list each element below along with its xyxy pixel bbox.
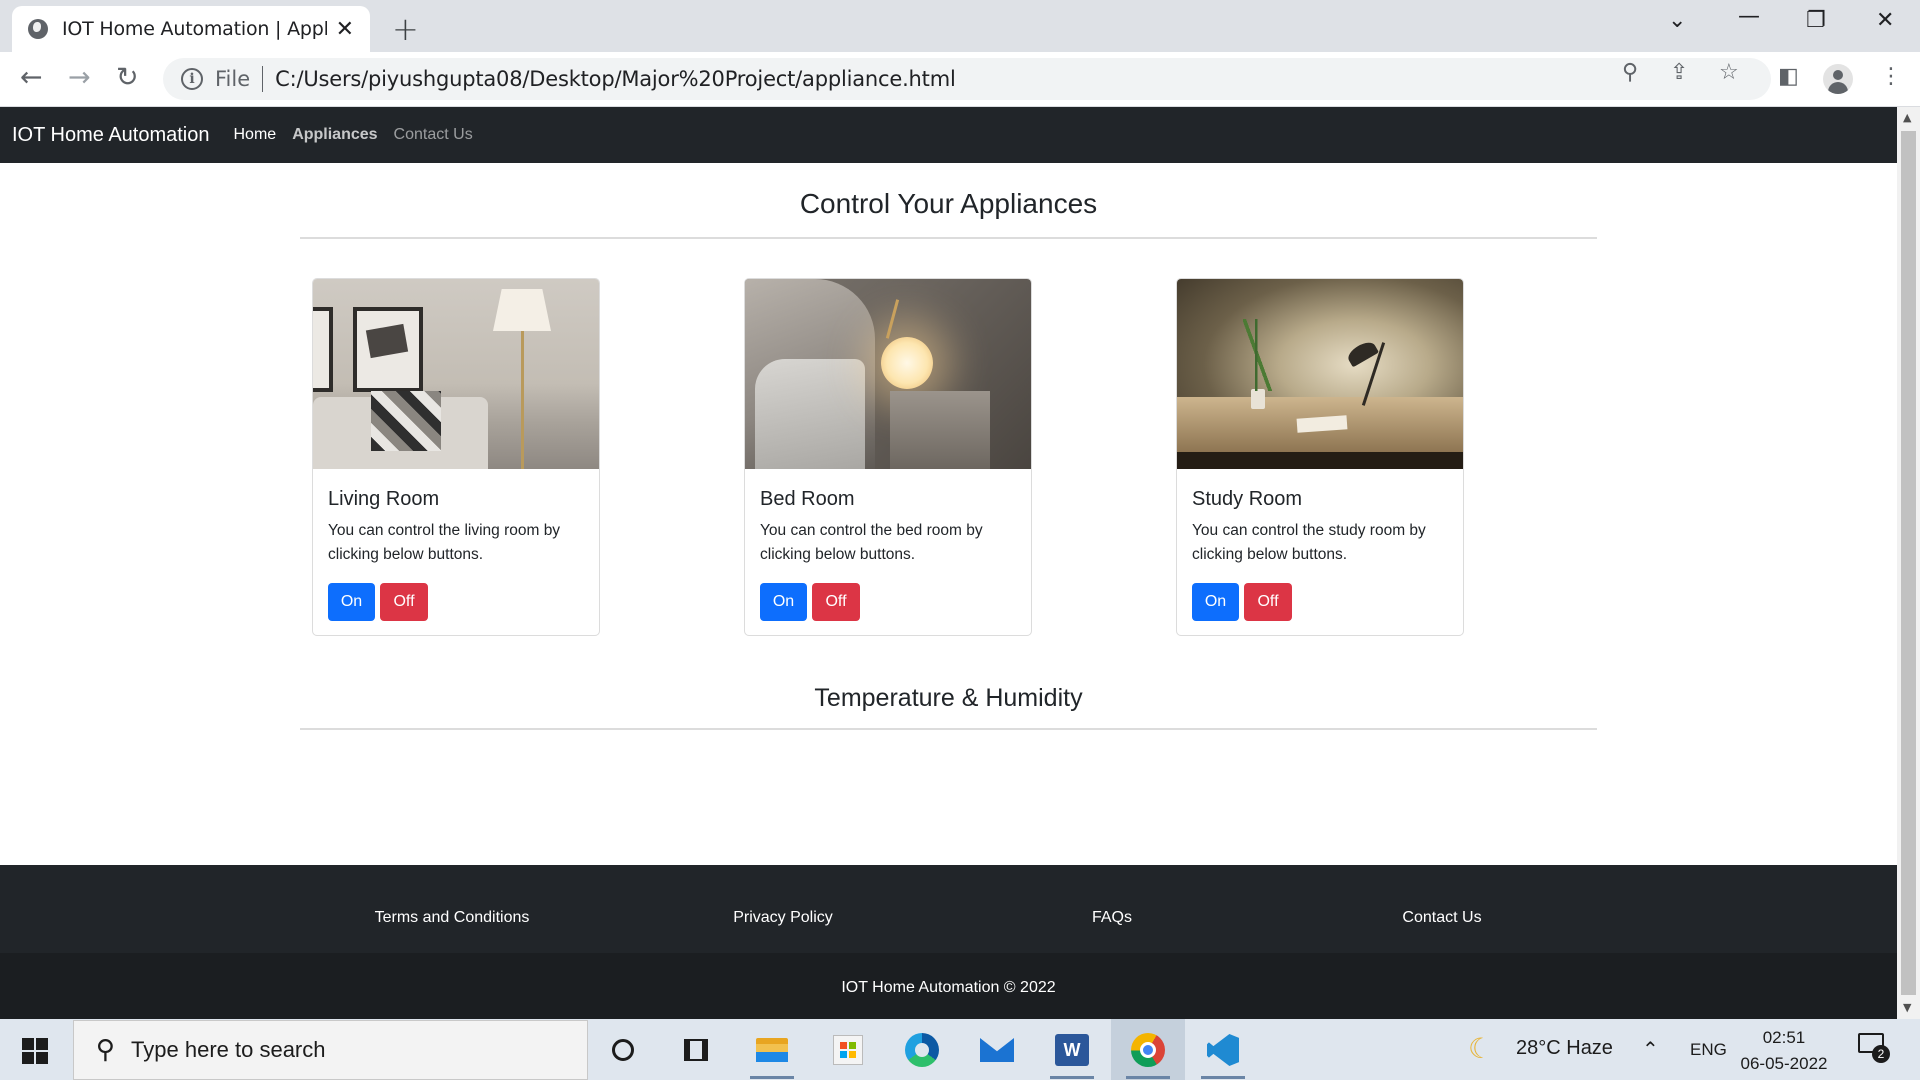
browser-toolbar: ← → ↻ i File C:/Users/piyushgupta08/Desk… — [0, 52, 1920, 107]
bed-room-text: You can control the bed room by clicking… — [760, 522, 983, 563]
bed-room-title: Bed Room — [760, 488, 855, 510]
footer-faqs-link[interactable]: FAQs — [1092, 909, 1132, 927]
taskbar-clock[interactable]: 02:51 06-05-2022 — [1736, 1025, 1832, 1077]
tab-title: IOT Home Automation | Applianc — [62, 18, 327, 40]
bed-room-on-button[interactable]: On — [760, 583, 807, 621]
new-tab-button[interactable]: + — [392, 10, 419, 48]
back-icon[interactable]: ← — [20, 62, 43, 93]
zoom-icon[interactable]: ⚲ — [1622, 60, 1638, 85]
profile-icon[interactable] — [1823, 64, 1853, 94]
weather-moon-icon[interactable]: ☾ — [1468, 1032, 1493, 1065]
bed-room-card: Bed Room You can control the bed room by… — [744, 278, 1032, 636]
clock-time: 02:51 — [1762, 1028, 1806, 1047]
vscode-icon[interactable] — [1204, 1031, 1242, 1069]
reload-icon[interactable]: ↻ — [116, 62, 139, 93]
nav-contact-link[interactable]: Contact Us — [394, 126, 473, 144]
windows-taskbar: ⚲ Type here to search W ☾ 28°C Haze ⌃ EN… — [0, 1019, 1920, 1080]
address-bar[interactable]: i File C:/Users/piyushgupta08/Desktop/Ma… — [163, 58, 1771, 100]
study-room-off-button[interactable]: Off — [1244, 583, 1292, 621]
footer-bottom: IOT Home Automation © 2022 — [0, 953, 1897, 1019]
file-explorer-icon[interactable] — [753, 1031, 791, 1069]
living-room-card: Living Room You can control the living r… — [312, 278, 600, 636]
temperature-divider — [300, 728, 1597, 730]
living-room-title: Living Room — [328, 488, 440, 510]
vscode-running-indicator — [1201, 1076, 1245, 1079]
notification-icon[interactable]: 2 — [1858, 1033, 1890, 1063]
footer-privacy-link[interactable]: Privacy Policy — [733, 909, 833, 927]
star-icon[interactable]: ☆ — [1719, 60, 1739, 85]
url-text[interactable]: C:/Users/piyushgupta08/Desktop/Major%20P… — [275, 67, 956, 91]
site-navbar: IOT Home Automation Home Appliances Cont… — [0, 107, 1897, 163]
scrollbar-thumb[interactable] — [1901, 131, 1916, 995]
menu-icon[interactable]: ⋮ — [1880, 64, 1902, 89]
search-icon: ⚲ — [96, 1035, 116, 1065]
browser-titlebar: IOT Home Automation | Applianc ✕ + ⌄ — ❐… — [0, 0, 1920, 52]
chrome-icon[interactable] — [1129, 1031, 1167, 1069]
footer-terms-link[interactable]: Terms and Conditions — [375, 909, 530, 927]
notification-count: 2 — [1872, 1045, 1890, 1063]
weather-text[interactable]: 28°C Haze — [1516, 1037, 1613, 1060]
tray-chevron-icon[interactable]: ⌃ — [1642, 1037, 1659, 1062]
search-placeholder: Type here to search — [131, 1037, 326, 1062]
study-room-image — [1177, 279, 1463, 469]
study-room-title: Study Room — [1192, 488, 1303, 510]
appliances-heading: Control Your Appliances — [799, 188, 1098, 219]
study-room-card: Study Room You can control the study roo… — [1176, 278, 1464, 636]
task-view-icon[interactable] — [677, 1031, 715, 1069]
temperature-heading: Temperature & Humidity — [814, 684, 1083, 712]
living-room-image — [313, 279, 599, 469]
browser-tab[interactable]: IOT Home Automation | Applianc ✕ — [12, 6, 370, 52]
minimize-icon[interactable]: — — [1738, 4, 1760, 29]
taskbar-search[interactable]: ⚲ Type here to search — [73, 1020, 588, 1080]
bed-room-image — [745, 279, 1031, 469]
address-separator — [262, 66, 264, 92]
file-explorer-running-indicator — [750, 1076, 794, 1079]
nav-appliances-link[interactable]: Appliances — [292, 126, 377, 144]
language-indicator[interactable]: ENG — [1690, 1040, 1727, 1060]
info-icon[interactable]: i — [181, 68, 203, 90]
living-room-text: You can control the living room by click… — [328, 522, 561, 563]
clock-date: 06-05-2022 — [1740, 1054, 1828, 1073]
tab-search-icon[interactable]: ⌄ — [1668, 8, 1686, 33]
mail-icon[interactable] — [978, 1031, 1016, 1069]
word-running-indicator — [1050, 1076, 1094, 1079]
windows-start-icon[interactable] — [22, 1038, 48, 1064]
site-brand[interactable]: IOT Home Automation — [12, 124, 210, 147]
share-icon[interactable]: ⇪ — [1670, 60, 1688, 85]
page-viewport: IOT Home Automation Home Appliances Cont… — [0, 107, 1897, 1019]
living-room-off-button[interactable]: Off — [380, 583, 428, 621]
footer-copyright: IOT Home Automation © 2022 — [841, 979, 1056, 996]
restore-icon[interactable]: ❐ — [1806, 8, 1826, 33]
globe-icon — [28, 19, 48, 39]
scroll-down-icon[interactable]: ▼ — [1903, 1001, 1911, 1014]
study-room-on-button[interactable]: On — [1192, 583, 1239, 621]
edge-icon[interactable] — [903, 1031, 941, 1069]
nav-home-link[interactable]: Home — [234, 126, 277, 144]
footer-contact-link[interactable]: Contact Us — [1402, 909, 1481, 927]
word-icon[interactable]: W — [1053, 1031, 1091, 1069]
page-scrollbar[interactable]: ▲ ▼ — [1897, 107, 1920, 1019]
bed-room-off-button[interactable]: Off — [812, 583, 860, 621]
sidepanel-icon[interactable]: ◧ — [1778, 64, 1799, 89]
store-icon[interactable] — [829, 1031, 867, 1069]
appliances-divider — [300, 237, 1597, 239]
living-room-on-button[interactable]: On — [328, 583, 375, 621]
study-room-text: You can control the study room by clicki… — [1192, 522, 1426, 563]
window-close-icon[interactable]: ✕ — [1876, 8, 1894, 33]
footer-links: Terms and Conditions Privacy Policy FAQs… — [0, 865, 1897, 953]
cortana-icon[interactable] — [604, 1031, 642, 1069]
forward-icon[interactable]: → — [68, 62, 91, 93]
file-label: File — [215, 67, 251, 91]
scroll-up-icon[interactable]: ▲ — [1903, 111, 1911, 124]
chrome-running-indicator — [1126, 1076, 1170, 1079]
tab-close-icon[interactable]: ✕ — [336, 17, 354, 42]
